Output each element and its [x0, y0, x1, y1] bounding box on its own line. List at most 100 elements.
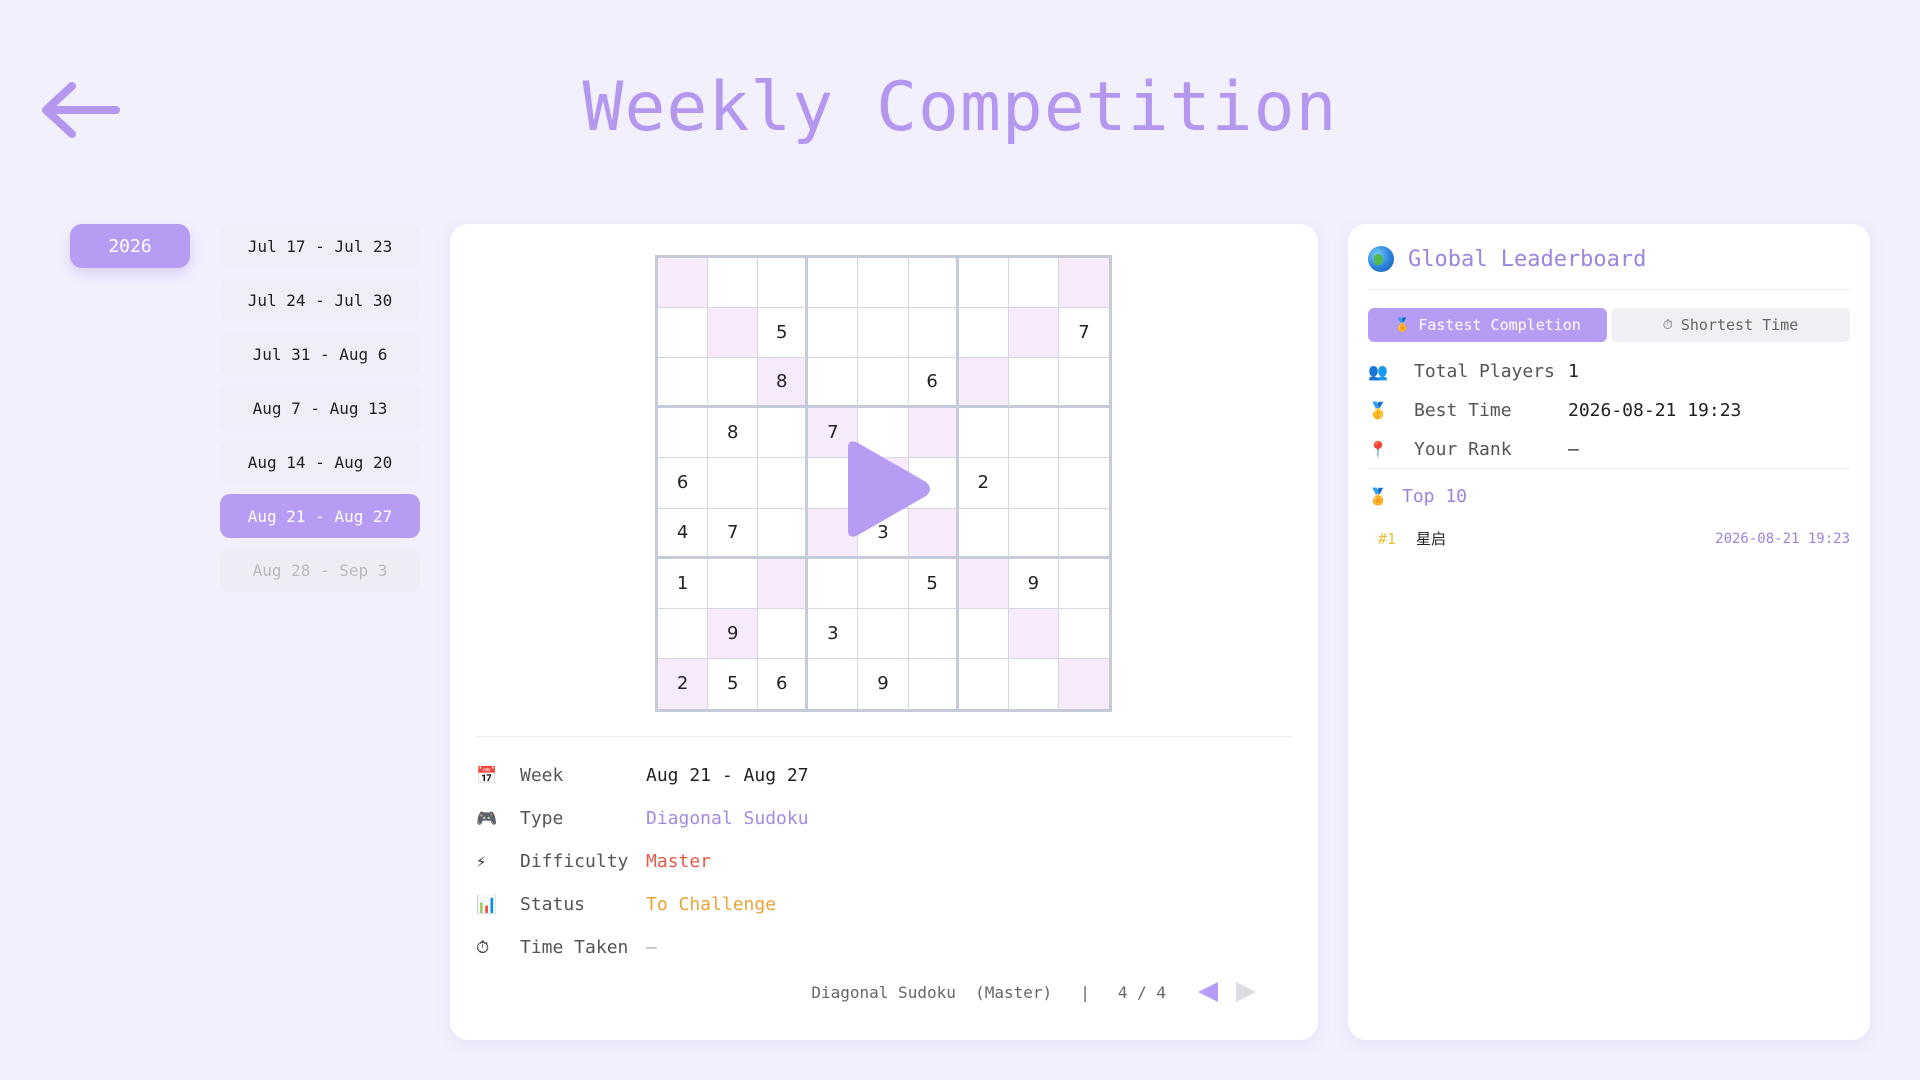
sudoku-cell[interactable]: 8 [708, 408, 759, 459]
sudoku-cell[interactable] [858, 358, 909, 409]
sudoku-cell[interactable] [708, 358, 759, 409]
sudoku-cell[interactable] [958, 358, 1009, 409]
sudoku-cell[interactable] [958, 608, 1009, 659]
sudoku-cell[interactable] [758, 558, 809, 609]
sudoku-cell[interactable] [658, 308, 709, 359]
sudoku-cell[interactable] [758, 408, 809, 459]
sudoku-cell[interactable] [858, 258, 909, 309]
sudoku-cell[interactable] [958, 508, 1009, 559]
sudoku-cell[interactable] [1008, 458, 1059, 509]
sudoku-cell[interactable] [708, 458, 759, 509]
sudoku-cell[interactable] [858, 608, 909, 659]
sudoku-cell[interactable] [1008, 658, 1059, 709]
sudoku-cell[interactable] [708, 308, 759, 359]
next-button[interactable] [1234, 980, 1258, 1004]
sudoku-cell[interactable]: 3 [808, 608, 859, 659]
week-item-selected[interactable]: Aug 21 - Aug 27 [220, 494, 420, 538]
tab-fastest-completion[interactable]: 🏅 Fastest Completion [1368, 308, 1607, 342]
prev-button[interactable] [1196, 980, 1220, 1004]
week-item[interactable]: Aug 7 - Aug 13 [220, 386, 420, 430]
week-list: Jul 17 - Jul 23 Jul 24 - Jul 30 Jul 31 -… [220, 224, 420, 602]
sudoku-cell[interactable] [1058, 508, 1109, 559]
sudoku-cell[interactable]: 9 [1008, 558, 1059, 609]
sudoku-cell[interactable]: 7 [1058, 308, 1109, 359]
sudoku-cell[interactable]: 1 [658, 558, 709, 609]
sudoku-cell[interactable] [758, 508, 809, 559]
sudoku-cell[interactable]: 6 [658, 458, 709, 509]
sudoku-cell[interactable] [908, 658, 959, 709]
sudoku-cell[interactable]: 4 [658, 508, 709, 559]
sudoku-cell[interactable] [1058, 258, 1109, 309]
gamepad-icon: 🎮 [476, 808, 498, 829]
info-label: Week [520, 765, 564, 786]
sudoku-cell[interactable] [1058, 458, 1109, 509]
sudoku-cell[interactable]: 5 [708, 658, 759, 709]
sudoku-cell[interactable] [958, 308, 1009, 359]
sudoku-cell[interactable] [1008, 408, 1059, 459]
tab-shortest-time[interactable]: ⏱ Shortest Time [1611, 308, 1850, 342]
sudoku-cell[interactable] [658, 608, 709, 659]
sudoku-cell[interactable] [1058, 358, 1109, 409]
sudoku-cell[interactable] [1058, 408, 1109, 459]
sudoku-cell[interactable] [1008, 608, 1059, 659]
week-item[interactable]: Jul 31 - Aug 6 [220, 332, 420, 376]
sudoku-cell[interactable]: 9 [858, 658, 909, 709]
sudoku-cell[interactable] [808, 258, 859, 309]
sudoku-cell[interactable] [908, 258, 959, 309]
week-item[interactable]: Jul 17 - Jul 23 [220, 224, 420, 268]
info-value: To Challenge [646, 894, 777, 915]
info-label: Type [520, 808, 564, 829]
top-10-label: Top 10 [1402, 486, 1468, 507]
sudoku-cell[interactable] [808, 558, 859, 609]
sudoku-cell[interactable] [1008, 508, 1059, 559]
sudoku-cell[interactable] [958, 558, 1009, 609]
sudoku-cell[interactable]: 8 [758, 358, 809, 409]
sudoku-cell[interactable] [858, 308, 909, 359]
sudoku-cell[interactable] [758, 258, 809, 309]
year-selector[interactable]: 2026 [70, 224, 190, 268]
sudoku-cell[interactable]: 7 [708, 508, 759, 559]
sudoku-cell[interactable] [758, 608, 809, 659]
play-button[interactable] [830, 434, 940, 544]
sudoku-cell[interactable] [1058, 658, 1109, 709]
week-item[interactable]: Aug 14 - Aug 20 [220, 440, 420, 484]
sudoku-cell[interactable] [958, 658, 1009, 709]
sudoku-cell[interactable] [1008, 358, 1059, 409]
stopwatch-icon: ⏱ [476, 937, 490, 958]
sudoku-cell[interactable] [1058, 558, 1109, 609]
sudoku-cell[interactable] [1008, 308, 1059, 359]
sudoku-cell[interactable]: 5 [908, 558, 959, 609]
sudoku-cell[interactable] [1008, 258, 1059, 309]
triangle-left-icon [1198, 982, 1218, 1002]
sudoku-cell[interactable]: 2 [658, 658, 709, 709]
tab-label: Shortest Time [1680, 316, 1799, 334]
sudoku-cell[interactable] [908, 308, 959, 359]
sudoku-cell[interactable]: 5 [758, 308, 809, 359]
sudoku-cell[interactable] [758, 458, 809, 509]
leaderboard-entry[interactable]: #1 星启 2026-08-21 19:23 [1378, 528, 1850, 549]
stat-value: 2026-08-21 19:23 [1568, 400, 1742, 421]
sudoku-cell[interactable] [658, 258, 709, 309]
sudoku-cell[interactable]: 6 [758, 658, 809, 709]
info-status: 📊 Status To Challenge [476, 883, 1076, 926]
puzzle-pager: Diagonal Sudoku (Master) | 4 / 4 [811, 980, 1258, 1004]
sudoku-cell[interactable] [908, 608, 959, 659]
sudoku-cell[interactable]: 2 [958, 458, 1009, 509]
sudoku-cell[interactable] [1058, 608, 1109, 659]
sudoku-cell[interactable] [708, 558, 759, 609]
sudoku-cell[interactable]: 9 [708, 608, 759, 659]
sudoku-cell[interactable] [708, 258, 759, 309]
week-item[interactable]: Jul 24 - Jul 30 [220, 278, 420, 322]
sudoku-cell[interactable]: 6 [908, 358, 959, 409]
sudoku-cell[interactable] [808, 358, 859, 409]
sudoku-cell[interactable] [958, 258, 1009, 309]
puzzle-info: 📅 Week Aug 21 - Aug 27 🎮 Type Diagonal S… [476, 754, 1076, 969]
users-icon: 👥 [1368, 362, 1388, 381]
sudoku-cell[interactable] [858, 558, 909, 609]
sudoku-cell[interactable] [958, 408, 1009, 459]
sudoku-cell[interactable] [808, 658, 859, 709]
sudoku-cell[interactable] [808, 308, 859, 359]
sudoku-cell[interactable] [658, 408, 709, 459]
sudoku-cell[interactable] [658, 358, 709, 409]
leaderboard-title: Global Leaderboard [1408, 246, 1647, 272]
